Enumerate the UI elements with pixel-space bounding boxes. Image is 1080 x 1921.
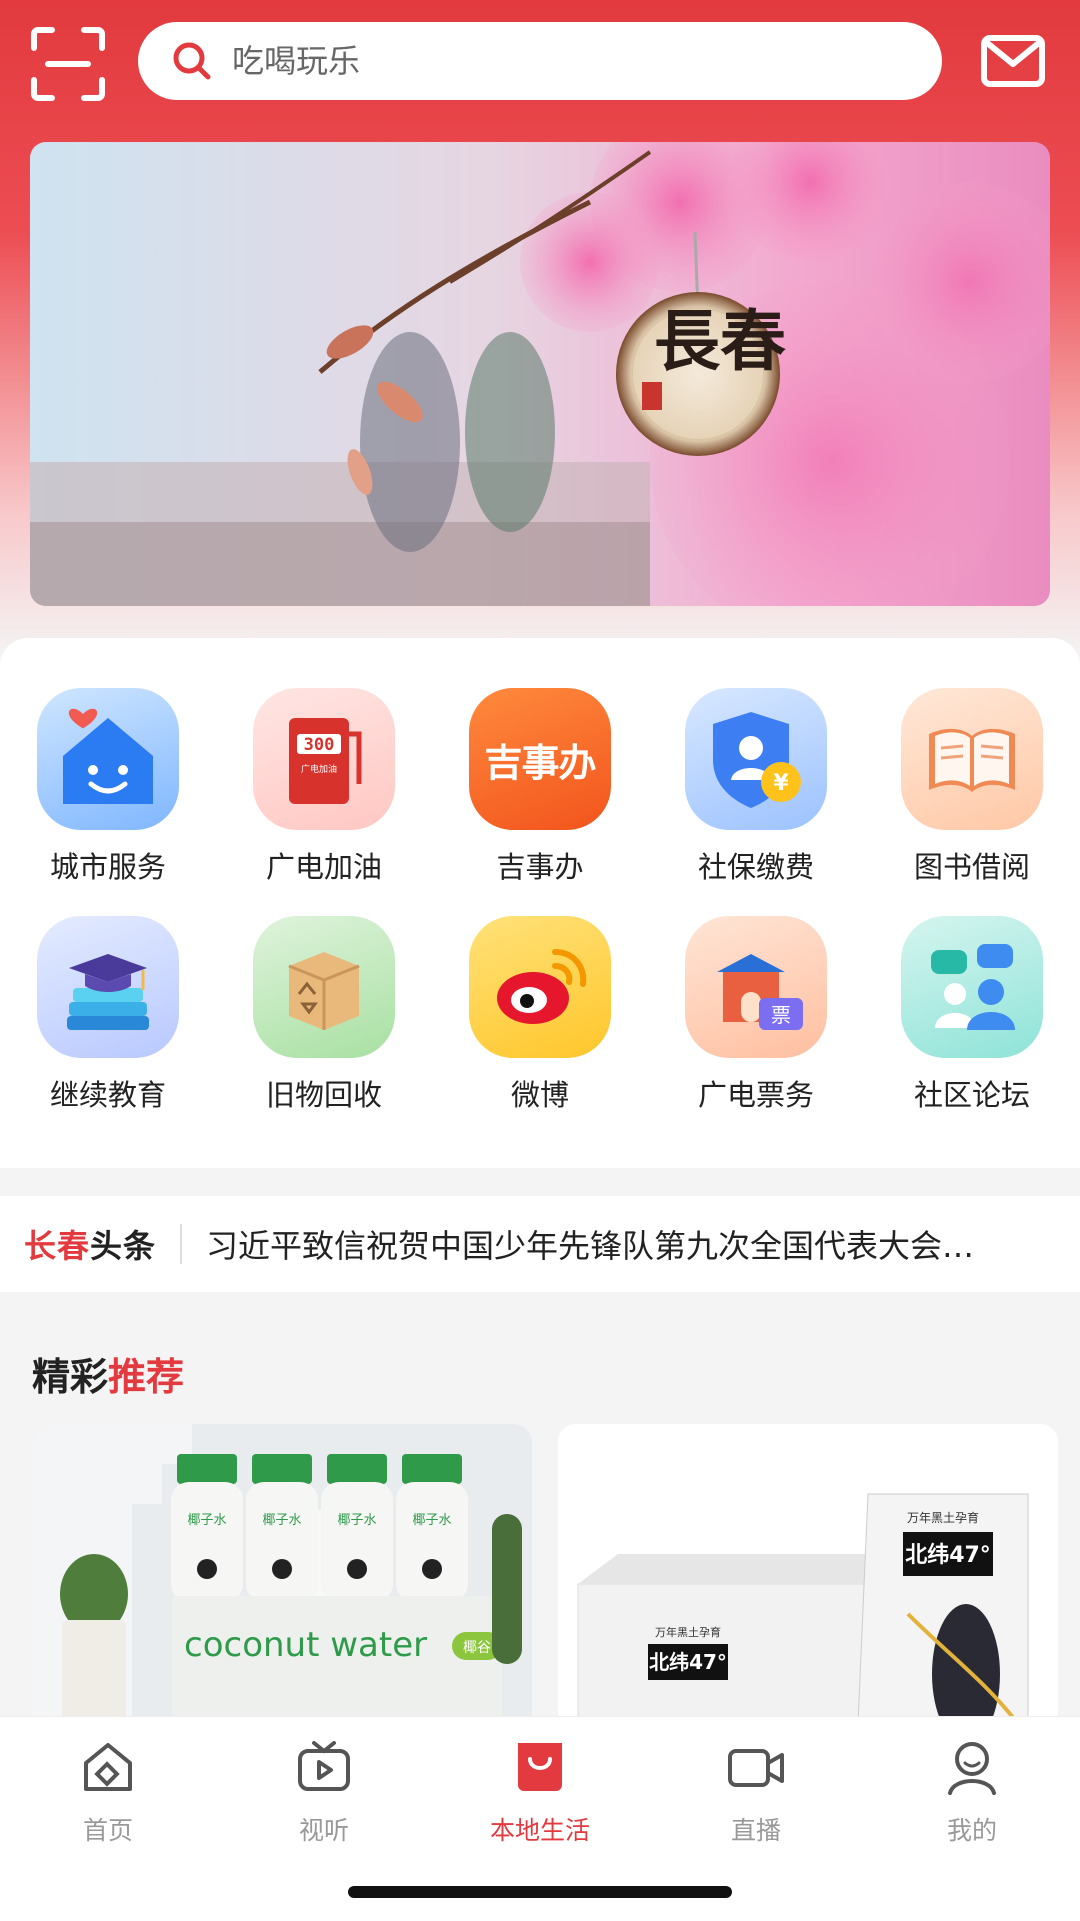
graduation-cap-books-icon [37,916,179,1058]
svg-text:coconut water: coconut water [184,1625,427,1665]
banner-image: 長春 [30,142,1050,606]
svg-text:万年黑土孕育: 万年黑土孕育 [907,1510,979,1525]
svg-text:¥: ¥ [773,771,789,796]
svg-text:票: 票 [771,1003,791,1027]
product-card-beiwei-corn[interactable]: 北纬47° 万年黑土孕育 万年黑土孕育 北纬47° [558,1424,1058,1724]
service-social-security[interactable]: ¥ 社保缴费 [648,688,864,884]
section-title-recommend: 精彩推荐 [32,1355,185,1399]
scan-icon[interactable] [30,26,106,102]
mail-icon[interactable] [980,32,1046,92]
search-bar[interactable] [138,22,942,100]
svg-text:300: 300 [304,735,335,755]
service-label: 吉事办 [496,850,584,884]
service-label: 图书借阅 [913,850,1030,884]
recycle-box-icon [253,916,395,1058]
svg-text:椰子水: 椰子水 [412,1513,451,1528]
service-tickets[interactable]: 票 广电票务 [648,916,864,1112]
services-panel: 城市服务 300 广电加油 广电加油 吉事办 吉事办 ¥ 社保缴费 图书借阅 继… [0,638,1080,1168]
tab-label: 本地生活 [489,1816,590,1845]
video-camera-icon [728,1749,784,1787]
shopping-bag-icon [518,1743,562,1791]
svg-text:椰子水: 椰子水 [187,1513,226,1528]
jishiban-logo-icon: 吉事办 [469,688,611,830]
svg-text:椰子水: 椰子水 [337,1513,376,1528]
tab-local-life[interactable]: 本地生活 [432,1737,648,1847]
service-label: 社保缴费 [697,850,814,884]
service-label: 社区论坛 [913,1078,1030,1112]
svg-text:椰谷: 椰谷 [463,1640,491,1656]
fuel-pump-icon: 300 广电加油 [253,688,395,830]
svg-text:椰子水: 椰子水 [262,1513,301,1528]
search-icon [173,42,211,80]
service-label: 广电加油 [265,850,382,884]
service-label: 微博 [510,1078,569,1112]
home-icon [84,1743,132,1791]
service-label: 继续教育 [49,1078,166,1112]
news-ticker[interactable]: 长春头条 习近平致信祝贺中国少年先锋队第九次全国代表大会… [0,1196,1080,1292]
tab-mine[interactable]: 我的 [864,1737,1080,1847]
tab-home[interactable]: 首页 [0,1737,216,1847]
svg-text:北纬47°: 北纬47° [649,1650,727,1674]
community-chat-icon [901,916,1043,1058]
banner-seal-text-1: 長春 [654,302,786,380]
tab-label: 我的 [946,1816,997,1845]
tv-play-icon [298,1741,350,1791]
svg-text:万年黑土孕育: 万年黑土孕育 [655,1625,721,1639]
service-jishiban[interactable]: 吉事办 吉事办 [432,688,648,884]
search-input[interactable] [230,41,834,81]
tab-label: 直播 [730,1816,781,1845]
service-label: 广电票务 [697,1078,814,1112]
service-fuel[interactable]: 300 广电加油 广电加油 [216,688,432,884]
tab-live[interactable]: 直播 [648,1737,864,1847]
shield-yen-icon: ¥ [685,688,827,830]
home-indicator[interactable] [348,1886,732,1898]
service-education[interactable]: 继续教育 [0,916,216,1112]
divider [180,1224,183,1264]
service-weibo[interactable]: 微博 [432,916,648,1112]
product-image: 北纬47° 万年黑土孕育 万年黑土孕育 北纬47° [558,1424,1058,1724]
svg-text:北纬47°: 北纬47° [905,1542,991,1568]
service-recycle[interactable]: 旧物回收 [216,916,432,1112]
news-headline[interactable]: 习近平致信祝贺中国少年先锋队第九次全国代表大会… [206,1221,1016,1267]
service-label: 城市服务 [49,850,166,884]
gate-ticket-icon: 票 [685,916,827,1058]
city-house-icon [37,688,179,830]
tab-av[interactable]: 视听 [216,1737,432,1847]
banner-carousel[interactable]: 長春 [30,142,1050,606]
weibo-icon [469,916,611,1058]
service-forum[interactable]: 社区论坛 [864,916,1080,1112]
profile-icon [948,1742,996,1795]
service-label: 旧物回收 [265,1078,382,1112]
news-brand: 长春头条 [24,1227,157,1265]
product-image: 椰子水 椰子水 椰子水 椰子水 coconut water 椰谷 [32,1424,532,1724]
service-library[interactable]: 图书借阅 [864,688,1080,884]
service-city[interactable]: 城市服务 [0,688,216,884]
tab-label: 首页 [82,1816,133,1845]
tab-label: 视听 [298,1816,349,1845]
product-card-coconut-water[interactable]: 椰子水 椰子水 椰子水 椰子水 coconut water 椰谷 [32,1424,532,1724]
svg-text:广电加油: 广电加油 [301,763,337,775]
open-book-icon [901,688,1043,830]
